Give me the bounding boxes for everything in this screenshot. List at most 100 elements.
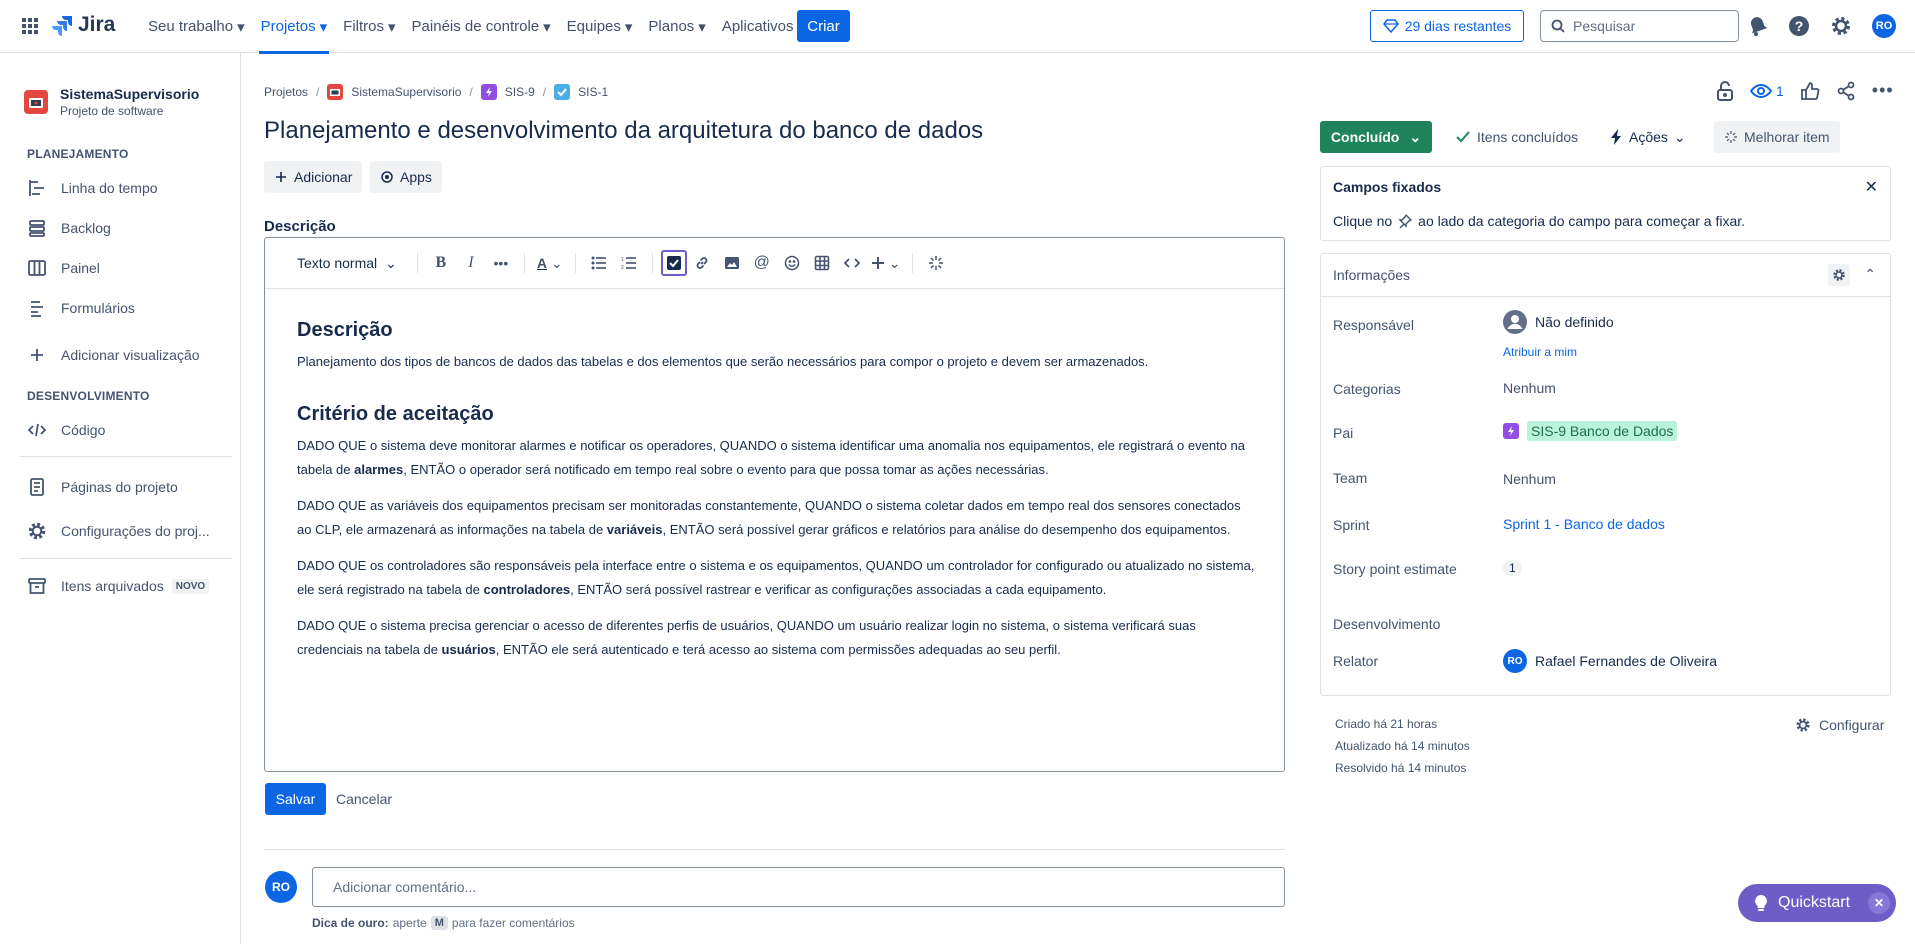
- chevron-down-icon: ⌄: [1673, 128, 1686, 145]
- share-icon[interactable]: [1836, 81, 1856, 101]
- emoji-icon[interactable]: [777, 248, 807, 278]
- action-item-icon[interactable]: [660, 250, 687, 276]
- actions-label: Ações: [1629, 129, 1668, 145]
- assign-to-me-link[interactable]: Atribuir a mim: [1503, 345, 1577, 359]
- description-editor[interactable]: Texto normal ⌄ B I ••• A ⌄ 12 @ ⌄ Descriç…: [264, 237, 1285, 772]
- numbered-list-icon[interactable]: 12: [614, 248, 644, 278]
- more-actions-icon[interactable]: •••: [1872, 80, 1894, 101]
- jira-logo[interactable]: Jira: [52, 13, 115, 37]
- status-label: Concluído: [1330, 129, 1400, 145]
- text-color-icon[interactable]: A ⌄: [533, 248, 567, 278]
- description-label: Descrição: [264, 218, 336, 235]
- cancel-button[interactable]: Cancelar: [336, 783, 392, 815]
- field-value-sprint[interactable]: Sprint 1 - Banco de dados: [1503, 516, 1665, 532]
- bold-icon[interactable]: B: [426, 248, 456, 278]
- chevron-down-icon: ▾: [698, 18, 706, 36]
- details-header[interactable]: Informações ⌃: [1321, 254, 1890, 297]
- comment-input[interactable]: Adicionar comentário...: [312, 867, 1285, 907]
- chevron-up-icon[interactable]: ⌃: [1864, 266, 1876, 283]
- nav-filters[interactable]: Filtros ▾: [335, 0, 403, 53]
- lock-icon[interactable]: [1716, 80, 1734, 101]
- issue-title[interactable]: Planejamento e desenvolvimento da arquit…: [264, 117, 983, 145]
- criterion-bold: usuários: [441, 642, 496, 657]
- lightning-icon: [1609, 128, 1623, 146]
- more-formatting-icon[interactable]: •••: [486, 248, 516, 278]
- link-icon[interactable]: [687, 248, 717, 278]
- project-small-icon: [327, 84, 344, 100]
- status-dropdown[interactable]: Concluído ⌄: [1320, 121, 1432, 153]
- plus-icon: [27, 345, 47, 365]
- bullet-list-icon[interactable]: [584, 248, 614, 278]
- quickstart-button[interactable]: Quickstart ✕: [1738, 884, 1896, 922]
- tip-text: aperte: [392, 916, 427, 930]
- nav-label: Equipes: [566, 18, 621, 35]
- improve-issue-button[interactable]: Melhorar item: [1714, 121, 1840, 153]
- trial-button[interactable]: 29 dias restantes: [1370, 10, 1524, 42]
- sidebar-item-archived[interactable]: Itens arquivados NOVO: [27, 576, 210, 596]
- project-type: Projeto de software: [60, 104, 164, 118]
- gear-icon[interactable]: [1828, 264, 1850, 286]
- close-icon[interactable]: ✕: [1865, 177, 1878, 197]
- nav-dashboards[interactable]: Painéis de controle ▾: [404, 0, 559, 53]
- thumbs-up-icon[interactable]: [1800, 81, 1820, 101]
- breadcrumb-issue[interactable]: SIS-1: [578, 85, 608, 99]
- sidebar-item-project-pages[interactable]: Páginas do projeto: [27, 477, 178, 497]
- editor-content[interactable]: Descrição Planejamento dos tipos de banc…: [297, 318, 1257, 674]
- apps-button[interactable]: Apps: [370, 161, 442, 193]
- nav-plans[interactable]: Planos ▾: [640, 0, 713, 53]
- sidebar-item-label: Backlog: [61, 220, 111, 236]
- nav-teams[interactable]: Equipes ▾: [559, 0, 641, 53]
- sidebar-item-label: Páginas do projeto: [61, 479, 178, 495]
- breadcrumb-projects[interactable]: Projetos: [264, 85, 308, 99]
- field-value-assignee[interactable]: Não definido: [1503, 310, 1614, 334]
- nav-label: Aplicativos: [721, 18, 794, 35]
- close-icon[interactable]: ✕: [1868, 892, 1891, 914]
- user-avatar[interactable]: RO: [1872, 14, 1896, 38]
- field-value-categories[interactable]: Nenhum: [1503, 380, 1556, 396]
- sidebar-item-backlog[interactable]: Backlog: [27, 218, 111, 238]
- code-snippet-icon[interactable]: [837, 248, 867, 278]
- image-icon[interactable]: [717, 248, 747, 278]
- assignee-name: Não definido: [1535, 314, 1614, 330]
- sidebar-item-label: Código: [61, 422, 106, 438]
- ai-sparkle-icon[interactable]: [921, 248, 951, 278]
- insert-more-icon[interactable]: ⌄: [867, 248, 905, 278]
- quickstart-label: Quickstart: [1778, 894, 1851, 911]
- settings-icon[interactable]: [1830, 15, 1852, 37]
- sidebar-item-timeline[interactable]: Linha do tempo: [27, 178, 158, 198]
- field-value-parent[interactable]: SIS-9 Banco de Dados: [1503, 421, 1678, 441]
- breadcrumb-project[interactable]: SistemaSupervisorio: [351, 85, 461, 99]
- field-value-story-points[interactable]: 1: [1503, 560, 1522, 576]
- notifications-icon[interactable]: [1748, 15, 1768, 37]
- project-header[interactable]: SistemaSupervisorio Projeto de software: [24, 86, 199, 118]
- nav-projects[interactable]: Projetos ▾: [253, 0, 336, 54]
- actions-button[interactable]: Ações ⌄: [1601, 121, 1694, 153]
- new-badge: NOVO: [171, 578, 210, 594]
- table-icon[interactable]: [807, 248, 837, 278]
- app-switcher-icon[interactable]: [20, 16, 40, 36]
- sidebar-item-project-settings[interactable]: Configurações do proj...: [27, 521, 210, 541]
- breadcrumb-parent[interactable]: SIS-9: [505, 85, 535, 99]
- field-value-team[interactable]: Nenhum: [1503, 471, 1556, 487]
- watch-button[interactable]: 1: [1750, 83, 1784, 99]
- help-icon[interactable]: ?: [1788, 15, 1810, 37]
- sidebar-item-board[interactable]: Painel: [27, 258, 100, 278]
- sidebar-item-forms[interactable]: Formulários: [27, 298, 135, 318]
- create-button[interactable]: Criar: [797, 10, 850, 42]
- text-style-dropdown[interactable]: Texto normal ⌄: [293, 248, 401, 278]
- italic-icon[interactable]: I: [456, 248, 486, 278]
- nav-your-work[interactable]: Seu trabalho ▾: [140, 0, 253, 53]
- save-button[interactable]: Salvar: [265, 783, 326, 815]
- sidebar-add-view[interactable]: Adicionar visualização: [27, 345, 200, 365]
- criterion-bold: controladores: [483, 582, 571, 597]
- search-input[interactable]: Pesquisar: [1540, 10, 1739, 42]
- sidebar-item-label: Linha do tempo: [61, 180, 158, 196]
- sidebar-item-code[interactable]: Código: [27, 420, 105, 440]
- add-button[interactable]: Adicionar: [264, 161, 363, 193]
- add-button-label: Adicionar: [294, 169, 353, 185]
- nav-label: Projetos: [260, 18, 316, 35]
- mention-icon[interactable]: @: [747, 248, 777, 278]
- configure-button[interactable]: Configurar: [1795, 717, 1884, 733]
- field-value-reporter[interactable]: RO Rafael Fernandes de Oliveira: [1503, 649, 1717, 673]
- done-items-button[interactable]: Itens concluídos: [1447, 121, 1586, 153]
